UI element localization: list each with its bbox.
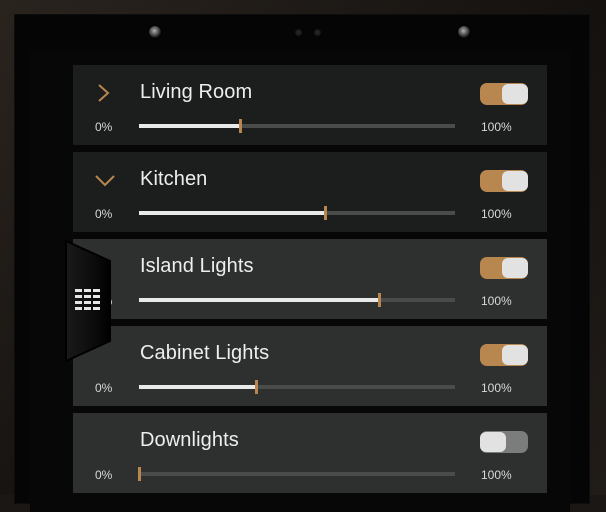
room-card-kitchen[interactable]: Kitchen 0% 100% <box>73 152 547 232</box>
side-menu-tab[interactable] <box>64 239 112 363</box>
room-power-toggle[interactable] <box>480 170 528 192</box>
slider-min-label: 0% <box>95 207 113 221</box>
zone-power-toggle[interactable] <box>480 344 528 366</box>
room-name: Kitchen <box>140 168 208 190</box>
brightness-slider[interactable] <box>139 206 455 220</box>
room-power-toggle[interactable] <box>480 83 528 105</box>
brightness-slider[interactable] <box>138 467 455 481</box>
toggle-knob <box>502 171 528 191</box>
zone-power-toggle[interactable] <box>480 431 528 453</box>
slider-max-label: 100% <box>481 294 512 308</box>
slider-thumb[interactable] <box>378 293 382 307</box>
slider-min-label: 0% <box>95 468 113 482</box>
brightness-slider[interactable] <box>139 380 455 394</box>
slider-max-label: 100% <box>481 381 512 395</box>
slider-thumb[interactable] <box>239 119 243 133</box>
chevron-right-icon[interactable] <box>93 81 117 105</box>
slider-fill <box>139 124 241 128</box>
zone-card-island-lights[interactable]: Island Lights 0% 100% <box>73 239 547 319</box>
toggle-knob <box>502 345 528 365</box>
slider-thumb[interactable] <box>254 380 258 394</box>
brightness-slider[interactable] <box>139 119 455 133</box>
mounting-screw-left <box>149 26 161 38</box>
zone-name: Downlights <box>140 429 239 451</box>
toggle-knob <box>502 84 528 104</box>
slider-max-label: 100% <box>481 207 512 221</box>
slider-fill <box>139 211 326 215</box>
slider-min-label: 0% <box>95 120 113 134</box>
zone-name: Cabinet Lights <box>140 342 270 364</box>
mounting-screw-right <box>458 26 470 38</box>
light-sensor <box>314 29 321 36</box>
zone-card-downlights[interactable]: Downlights 0% 100% <box>73 413 547 493</box>
chevron-down-icon[interactable] <box>93 168 117 192</box>
toggle-knob <box>480 432 506 452</box>
room-card-living-room[interactable]: Living Room 0% 100% <box>73 65 547 145</box>
brightness-slider[interactable] <box>139 293 455 307</box>
toggle-knob <box>502 258 528 278</box>
slider-max-label: 100% <box>481 468 512 482</box>
zone-card-cabinet-lights[interactable]: Cabinet Lights 0% 100% <box>73 326 547 406</box>
slider-thumb[interactable] <box>138 467 141 481</box>
slider-thumb[interactable] <box>324 206 328 220</box>
zone-power-toggle[interactable] <box>480 257 528 279</box>
zone-name: Island Lights <box>140 255 254 277</box>
camera-sensor <box>295 29 302 36</box>
room-name: Living Room <box>140 81 253 103</box>
slider-max-label: 100% <box>481 120 512 134</box>
slider-fill <box>139 298 380 302</box>
slider-min-label: 0% <box>95 381 113 395</box>
slider-fill <box>139 385 256 389</box>
